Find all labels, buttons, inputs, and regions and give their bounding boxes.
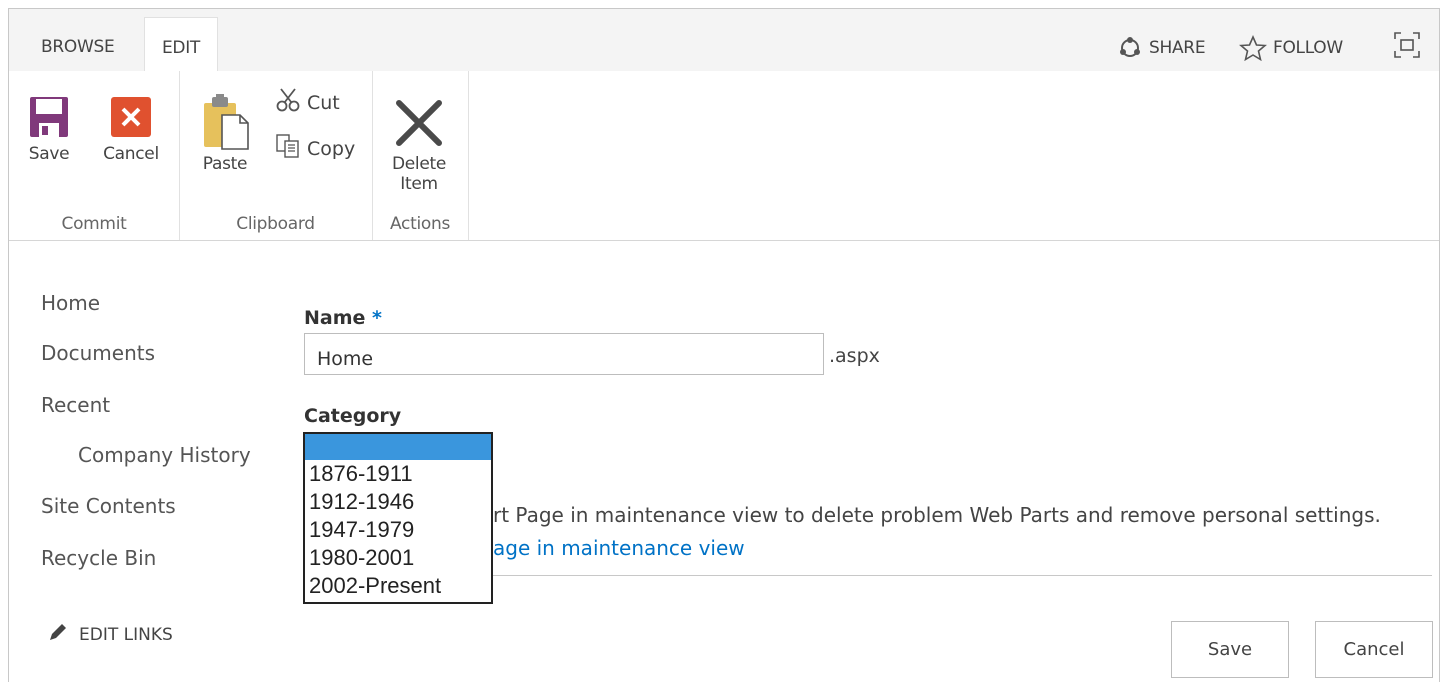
copy-button[interactable]: Copy — [275, 133, 355, 164]
save-ribbon-label: Save — [28, 144, 70, 164]
nav-site-contents[interactable]: Site Contents — [41, 494, 176, 518]
nav-recent[interactable]: Recent — [41, 393, 110, 417]
tab-edit[interactable]: EDIT — [144, 17, 218, 72]
pencil-icon — [47, 621, 69, 648]
delete-label-line1: Delete — [391, 154, 447, 174]
cancel-button[interactable]: Cancel — [1315, 621, 1433, 678]
star-icon — [1239, 35, 1267, 61]
copy-icon — [275, 133, 301, 164]
paste-clipboard-icon — [198, 94, 252, 156]
maintenance-view-link[interactable]: age in maintenance view — [493, 536, 745, 560]
share-icon — [1117, 35, 1143, 61]
commit-group: Save Cancel Commit — [9, 71, 180, 240]
category-option[interactable]: 1947-1979 — [305, 516, 491, 544]
name-suffix: .aspx — [829, 345, 880, 367]
nav-recycle-bin[interactable]: Recycle Bin — [41, 546, 156, 570]
nav-home[interactable]: Home — [41, 291, 100, 315]
cut-label: Cut — [307, 91, 340, 114]
clipboard-group-label: Clipboard — [236, 214, 315, 234]
save-button[interactable]: Save — [1171, 621, 1289, 678]
actions-group-label: Actions — [390, 214, 450, 234]
follow-button[interactable]: FOLLOW — [1239, 35, 1343, 61]
category-label: Category — [304, 405, 402, 427]
cut-button[interactable]: Cut — [275, 87, 340, 118]
delete-x-icon — [393, 100, 445, 154]
nav-documents[interactable]: Documents — [41, 341, 155, 365]
tab-browse[interactable]: BROWSE — [41, 37, 115, 57]
share-label: SHARE — [1149, 38, 1206, 58]
cancel-x-icon — [109, 97, 153, 144]
delete-label-line2: Item — [400, 174, 438, 194]
commit-group-label: Commit — [61, 214, 127, 234]
category-option[interactable]: 1876-1911 — [305, 460, 491, 488]
maintenance-info-text: rt Page in maintenance view to delete pr… — [493, 503, 1381, 527]
category-option[interactable]: 2002-Present — [305, 572, 491, 600]
top-bar: BROWSE EDIT SHARE FOLLOW — [9, 9, 1439, 72]
actions-group: Delete Item Actions — [372, 71, 469, 240]
page-frame: BROWSE EDIT SHARE FOLLOW Save Cancel Com… — [8, 8, 1440, 682]
save-ribbon-button[interactable]: Save — [21, 95, 77, 164]
paste-label: Paste — [202, 154, 248, 174]
focus-content-icon[interactable] — [1393, 31, 1421, 63]
category-option-blank[interactable] — [305, 434, 491, 460]
name-input[interactable] — [304, 333, 824, 375]
edit-links-button[interactable]: EDIT LINKS — [47, 621, 173, 648]
clipboard-group: Paste Cut Copy Clipboard — [179, 71, 373, 240]
cancel-ribbon-label: Cancel — [103, 144, 159, 164]
share-button[interactable]: SHARE — [1117, 35, 1206, 61]
scissors-icon — [275, 87, 301, 118]
required-mark: * — [372, 307, 382, 329]
paste-button[interactable]: Paste — [195, 93, 255, 174]
save-disk-icon — [28, 97, 70, 144]
name-label-text: Name — [304, 307, 366, 329]
category-listbox[interactable]: 1876-1911 1912-1946 1947-1979 1980-2001 … — [303, 432, 493, 604]
cancel-ribbon-button[interactable]: Cancel — [99, 95, 163, 164]
delete-item-button[interactable]: Delete Item — [384, 97, 454, 194]
follow-label: FOLLOW — [1273, 38, 1343, 58]
name-label: Name * — [304, 307, 382, 329]
ribbon: Save Cancel Commit Paste Cut Copy Clipbo… — [9, 71, 1439, 241]
copy-label: Copy — [307, 137, 356, 160]
category-option[interactable]: 1980-2001 — [305, 544, 491, 572]
edit-links-label: EDIT LINKS — [79, 624, 173, 645]
nav-company-history[interactable]: Company History — [78, 443, 251, 467]
category-option[interactable]: 1912-1946 — [305, 488, 491, 516]
